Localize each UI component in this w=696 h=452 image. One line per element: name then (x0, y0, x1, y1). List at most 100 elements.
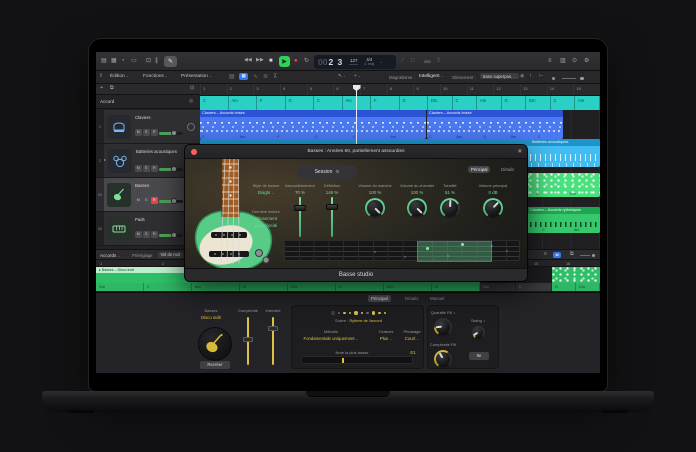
tonalite-knob[interactable] (440, 198, 460, 218)
chord-cell[interactable]: F (371, 96, 400, 110)
tools-icon[interactable]: ⊡ (146, 58, 151, 64)
tab-details[interactable]: Détails (402, 295, 421, 302)
chord-cell[interactable]: Am (575, 96, 600, 110)
lcd-display[interactable]: 00 2 3 127 4/4 C maj ⌄ (314, 55, 396, 69)
chord-cell[interactable]: G (400, 96, 429, 110)
share-icon[interactable]: ⇧ (436, 58, 441, 64)
glissement-value[interactable]: Sans superpos.⌄ (480, 73, 519, 79)
tab-principal[interactable]: Principal (368, 295, 391, 302)
pattern-badge[interactable] (331, 311, 335, 315)
instrument-badge[interactable] (198, 327, 232, 361)
assourdissement-handle[interactable] (294, 205, 306, 211)
cycle-icon[interactable]: ↻ (304, 58, 309, 64)
forward-icon[interactable]: ▶▶ (256, 58, 264, 63)
volume-slider[interactable] (159, 168, 183, 171)
catch-icon[interactable]: ⊼ (273, 74, 277, 80)
menu-fonctions[interactable]: Fonctions⌄ (143, 74, 168, 79)
intensity-handle[interactable] (268, 326, 278, 331)
menu-edition[interactable]: Édition⌄ (110, 74, 129, 79)
chord-cell[interactable]: Dm (288, 283, 336, 291)
neck-volume-knob[interactable] (365, 198, 385, 218)
marquee-icon[interactable]: Ⅰ (530, 74, 531, 79)
plugin-tab-details[interactable]: Détails (501, 167, 514, 172)
chord-cell[interactable]: Dm (428, 96, 453, 110)
editor-accords-menu[interactable]: Accords⌄ (100, 253, 120, 258)
zoom-dot-icon[interactable] (552, 77, 555, 80)
chord-cell[interactable]: G (502, 96, 527, 110)
menu-presentation[interactable]: Présentation⌄ (181, 74, 212, 79)
solo-button[interactable]: S (143, 129, 150, 136)
gear-icon[interactable]: ⚙ (335, 169, 339, 175)
chord-cell[interactable]: G (432, 283, 480, 291)
track-filter-icon[interactable]: ⊡ (190, 86, 194, 91)
chord-cell[interactable]: Dm (480, 283, 516, 291)
octaves-value[interactable]: Plus⌄ (380, 336, 392, 341)
lowest-note-slider[interactable] (301, 356, 413, 364)
controllers-icon[interactable]: ⚙ (584, 58, 589, 64)
chord-cell[interactable]: G (286, 96, 315, 110)
rewind-icon[interactable]: ◀◀ (244, 58, 252, 63)
plugin-window[interactable]: Basses : Années 60, partiellement assour… (185, 145, 527, 281)
solo-button[interactable]: S (143, 165, 150, 172)
plugin-sidebar-icon[interactable]: ▣ (518, 149, 522, 154)
pointer-tool-menu[interactable]: ↖⌄ (338, 74, 346, 79)
chord-cell[interactable]: Dm (576, 283, 600, 291)
basses-tile[interactable] (107, 183, 131, 207)
chord-cell[interactable]: Am (384, 283, 432, 291)
chord-cell[interactable]: F (257, 96, 286, 110)
stop-icon[interactable]: ■ (269, 58, 273, 64)
magnetisme-value[interactable]: Intelligent⌄ (419, 74, 443, 79)
volume-knob[interactable] (171, 198, 177, 204)
command-tool-menu[interactable]: +⌄ (354, 74, 361, 79)
intensity-slider[interactable] (272, 317, 274, 365)
disclosure-icon[interactable]: ▸ (104, 157, 106, 162)
global-track-accord[interactable]: Accord ◎ (96, 95, 200, 109)
mixer-icon[interactable]: ▥ (560, 58, 566, 64)
mute-button[interactable]: M (135, 231, 142, 238)
chord-cell[interactable]: C (551, 96, 576, 110)
editor-zoom-dot[interactable] (592, 254, 595, 257)
bridge-volume-knob[interactable] (407, 198, 427, 218)
plugin-tab-principal[interactable]: Principal (468, 166, 490, 173)
chord-cell[interactable]: C (200, 96, 229, 110)
recreate-button[interactable]: Recréer (200, 361, 230, 369)
record-enable-button[interactable]: R (151, 197, 158, 204)
chord-cell[interactable]: Dm (526, 96, 551, 110)
solo-button[interactable]: S (143, 231, 150, 238)
pencil-tool-button[interactable]: ✎ (164, 56, 177, 67)
record-button[interactable]: ● (294, 58, 298, 64)
fill-complexity-knob[interactable] (434, 350, 452, 368)
mute-button[interactable]: M (135, 197, 142, 204)
link-mode-icon[interactable]: ◉ (520, 74, 524, 79)
eighth-button[interactable]: 8e (469, 352, 489, 360)
automation-icon[interactable]: ∿ (253, 74, 258, 80)
swing-knob[interactable] (472, 326, 485, 339)
volume-slider[interactable] (159, 132, 183, 135)
plugin-titlebar[interactable]: Basses : Années 60, partiellement assour… (185, 145, 527, 159)
view-grid-icon[interactable]: ▤ (229, 74, 235, 80)
solo-button[interactable]: S (143, 197, 150, 204)
region-claviers-a[interactable]: Claviers – Accords brisés CAmFGCAm (200, 110, 426, 139)
instrument-style-value[interactable]: Disco indé (201, 315, 221, 320)
record-enable-button[interactable]: R (151, 231, 158, 238)
hide-toolbar-icon[interactable]: ⇧ (99, 74, 103, 79)
play-button[interactable]: ▶ (279, 56, 290, 67)
zoom-tool-icon[interactable]: ∥ (155, 58, 158, 64)
pattern-dots[interactable] (292, 311, 425, 315)
volume-knob[interactable] (171, 130, 177, 136)
bar-ruler[interactable]: 123456789101112131415 (200, 84, 600, 96)
preset-selector[interactable]: Session ⚙ (297, 165, 357, 179)
master-volume-knob[interactable] (483, 198, 503, 218)
region-claviers-b[interactable]: Claviers – Accords brisés CAmGDmC (427, 110, 563, 139)
add-track-button[interactable]: + (100, 86, 103, 92)
mute-button[interactable]: M (135, 129, 142, 136)
view-tracks-button[interactable]: ▦ (239, 73, 248, 80)
editor-link-icon[interactable]: ⧉ (570, 252, 574, 257)
autozoom-icon[interactable]: ⊢ (539, 74, 543, 79)
chord-cell[interactable]: C (336, 283, 384, 291)
chord-cell[interactable]: Am (229, 96, 258, 110)
chord-cell[interactable]: C (453, 96, 478, 110)
editor-zoom-slider[interactable] (580, 255, 590, 256)
claviers-tile[interactable] (107, 115, 131, 139)
pads-tile[interactable] (107, 217, 131, 241)
